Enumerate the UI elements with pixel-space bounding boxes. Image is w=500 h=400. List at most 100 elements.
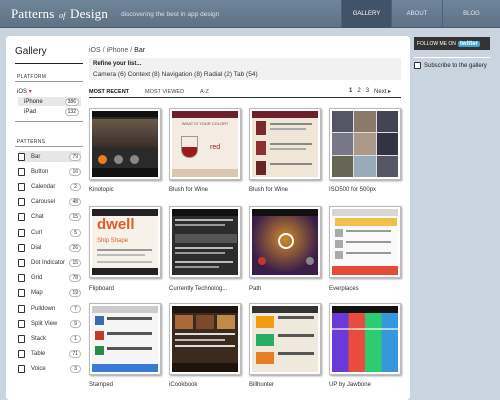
pattern-label: Grid [31, 275, 43, 282]
screenshot-thumbnail: dwell Ship Shape [92, 209, 158, 275]
pattern-icon [18, 243, 25, 252]
screenshot-thumbnail [252, 306, 318, 372]
tile-caption[interactable]: Blush for Wine [249, 187, 288, 193]
os-selector[interactable]: iOS ▾ [17, 88, 32, 95]
tile-caption[interactable]: UP by Jawbone [329, 382, 371, 388]
follow-twitter-button[interactable]: FOLLOW ME ON twitter [414, 37, 490, 50]
gallery-tile[interactable] [329, 303, 401, 375]
gallery-tile[interactable] [89, 108, 161, 180]
page-1[interactable]: 1 [349, 88, 352, 95]
tab-most-viewed[interactable]: MOST VIEWED [145, 89, 184, 95]
subscribe-link[interactable]: Subscribe to the gallery [414, 62, 487, 69]
page-2[interactable]: 2 [357, 88, 360, 95]
screenshot-thumbnail [92, 111, 158, 177]
platform-item-iphone[interactable]: iPhone 386 [18, 97, 81, 106]
pattern-count: 19 [69, 289, 81, 298]
pattern-item-split-view[interactable]: Split View 9 [18, 318, 81, 329]
divider [89, 97, 401, 98]
tab-most-recent[interactable]: MOST RECENT [89, 89, 129, 95]
nav-blog[interactable]: BLOG [442, 0, 500, 28]
divider [15, 121, 83, 122]
gallery-tile[interactable] [89, 303, 161, 375]
gallery-tile[interactable]: dwell Ship Shape [89, 206, 161, 278]
tile-caption[interactable]: Kinotopic [89, 187, 114, 193]
screenshot-thumbnail [172, 306, 238, 372]
pattern-item-dot-indicator[interactable]: Dot Indicator 15 [18, 257, 81, 268]
tile-caption[interactable]: iCookbook [169, 382, 197, 388]
gallery-tile[interactable] [329, 108, 401, 180]
breadcrumb-ios[interactable]: iOS [89, 47, 101, 54]
screenshot-thumbnail [252, 209, 318, 275]
tile-caption[interactable]: Stamped [89, 382, 113, 388]
gallery-tile[interactable] [249, 108, 321, 180]
pattern-label: Map [31, 290, 43, 297]
pattern-item-map[interactable]: Map 19 [18, 288, 81, 299]
site-logo[interactable]: Patterns of Design [11, 6, 108, 22]
refine-filters[interactable]: Camera (6) Context (8) Navigation (8) Ra… [93, 71, 258, 78]
pattern-count: 26 [69, 243, 81, 252]
patterns-heading: PATTERNS [17, 139, 46, 145]
pagination: 1 2 3 Next ▸ [349, 88, 391, 95]
pattern-count: 79 [69, 152, 81, 161]
pattern-icon [18, 198, 25, 207]
breadcrumb-iphone[interactable]: iPhone [107, 47, 129, 54]
pattern-label: Voice [31, 366, 46, 373]
pattern-label: Bar [31, 153, 41, 160]
gallery-tile[interactable] [329, 206, 401, 278]
pattern-count: 2 [70, 182, 81, 191]
pattern-icon [18, 350, 25, 359]
tile-caption[interactable]: Currently Technolog... [169, 286, 227, 292]
pattern-item-grid[interactable]: Grid 78 [18, 273, 81, 284]
pattern-count: 7 [70, 304, 81, 313]
screenshot-thumbnail [92, 306, 158, 372]
gallery-tile[interactable] [169, 206, 241, 278]
tile-caption[interactable]: Everplaces [329, 286, 359, 292]
gallery-tile[interactable]: WHAT IS YOUR COLOR? red [169, 108, 241, 180]
pattern-label: Dial [31, 244, 42, 251]
tagline: discovering the best in app design [121, 11, 220, 18]
tile-caption[interactable]: Billhunter [249, 382, 274, 388]
pattern-item-voice[interactable]: Voice 3 [18, 364, 81, 375]
pattern-count: 3 [70, 365, 81, 374]
tile-caption[interactable]: Path [249, 286, 261, 292]
pattern-item-dial[interactable]: Dial 26 [18, 242, 81, 253]
gallery-tile[interactable] [249, 303, 321, 375]
pattern-item-pulldown[interactable]: Pulldown 7 [18, 303, 81, 314]
pattern-item-chat[interactable]: Chat 15 [18, 212, 81, 223]
pattern-item-button[interactable]: Button 16 [18, 166, 81, 177]
pattern-label: Calendar [31, 183, 56, 190]
twitter-logo-icon: twitter [457, 40, 480, 47]
nav-about[interactable]: ABOUT [391, 0, 442, 28]
pattern-icon [18, 213, 25, 222]
pattern-item-curl[interactable]: Curl 5 [18, 227, 81, 238]
pattern-label: Table [31, 351, 46, 358]
pattern-item-calendar[interactable]: Calendar 2 [18, 181, 81, 192]
pattern-item-table[interactable]: Table 71 [18, 349, 81, 360]
pattern-item-stack[interactable]: Stack 1 [18, 333, 81, 344]
refine-box: Refine your list... Camera (6) Context (… [89, 58, 401, 80]
divider [15, 81, 83, 82]
tile-caption[interactable]: Flipboard [89, 286, 114, 292]
tile-caption[interactable]: ISO500 for 500px [329, 187, 376, 193]
tile-caption[interactable]: Blush for Wine [169, 187, 208, 193]
gallery-tile[interactable] [169, 303, 241, 375]
pattern-label: Split View [31, 320, 58, 327]
pattern-count: 5 [70, 228, 81, 237]
pattern-count: 78 [69, 274, 81, 283]
gallery-tile[interactable] [249, 206, 321, 278]
platform-item-ipad[interactable]: iPad 132 [18, 107, 81, 116]
screenshot-thumbnail [332, 111, 398, 177]
pattern-icon [18, 228, 25, 237]
tab-a-z[interactable]: A-Z [200, 89, 209, 95]
pattern-icon [18, 258, 25, 267]
pattern-item-bar[interactable]: Bar 79 [18, 151, 81, 162]
pattern-label: Carousel [31, 199, 56, 206]
screenshot-thumbnail [332, 306, 398, 372]
dropdown-arrow-icon: ▾ [28, 89, 32, 95]
pattern-label: Stack [31, 335, 47, 342]
top-bar: Patterns of Design discovering the best … [0, 0, 500, 28]
nav-gallery[interactable]: GALLERY [341, 0, 391, 28]
pattern-item-carousel[interactable]: Carousel 48 [18, 197, 81, 208]
page-next[interactable]: Next ▸ [374, 88, 391, 95]
page-3[interactable]: 3 [366, 88, 369, 95]
